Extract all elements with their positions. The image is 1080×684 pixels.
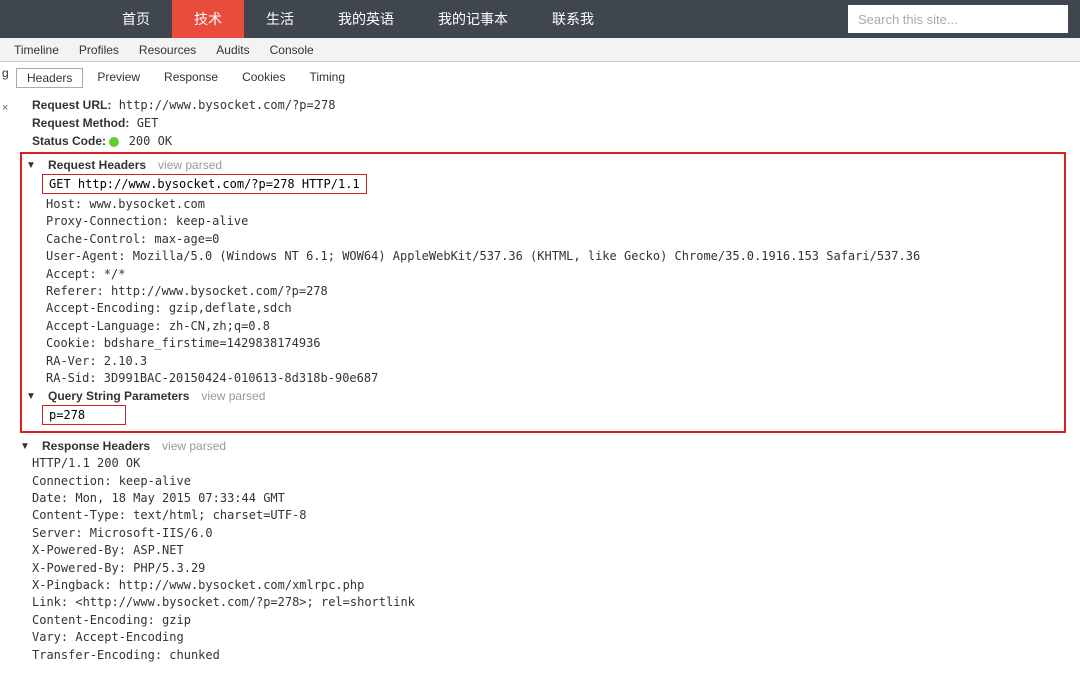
general-info: Request URL: http://www.bysocket.com/?p=… [12,96,1074,150]
site-nav: 首页 技术 生活 我的英语 我的记事本 联系我 [0,0,1080,38]
marker-text: g [2,66,12,80]
chevron-down-icon: ▼ [20,441,30,452]
tab-profiles[interactable]: Profiles [69,38,129,62]
tab-audits[interactable]: Audits [206,38,259,62]
status-dot-icon [109,137,119,147]
query-string-title: Query String Parameters [48,389,189,403]
response-headers-title: Response Headers [42,439,150,453]
tab-timeline[interactable]: Timeline [4,38,69,62]
nav-english[interactable]: 我的英语 [316,0,416,38]
search-input[interactable] [848,5,1068,33]
tab-cookies[interactable]: Cookies [232,68,295,88]
nav-life[interactable]: 生活 [244,0,316,38]
chevron-down-icon: ▼ [26,391,36,402]
request-headers-title: Request Headers [48,158,146,172]
status-code-label: Status Code: [32,134,106,148]
nav-home[interactable]: 首页 [100,0,172,38]
highlighted-region: ▼ Request Headers view parsed GET http:/… [20,152,1066,433]
status-code-row: Status Code: 200 OK [32,132,1074,150]
tab-timing[interactable]: Timing [299,68,355,88]
chevron-down-icon: ▼ [26,160,36,171]
request-method-row: Request Method: GET [32,114,1074,132]
request-url-label: Request URL: [32,98,111,112]
nav-notebook[interactable]: 我的记事本 [416,0,530,38]
query-param-box: p=278 [42,405,126,425]
detail-tabs: Headers Preview Response Cookies Timing [12,68,1074,88]
request-line-box: GET http://www.bysocket.com/?p=278 HTTP/… [42,174,367,194]
view-parsed-link[interactable]: view parsed [158,158,222,172]
request-header-lines: Host: www.bysocket.com Proxy-Connection:… [26,196,1060,387]
query-string-header[interactable]: ▼ Query String Parameters view parsed [26,387,1060,405]
tab-console[interactable]: Console [260,38,324,62]
request-method-value: GET [137,116,159,130]
request-headers-header[interactable]: ▼ Request Headers view parsed [26,156,1060,174]
response-headers-header[interactable]: ▼ Response Headers view parsed [12,437,1074,455]
tab-response[interactable]: Response [154,68,228,88]
view-parsed-link[interactable]: view parsed [201,389,265,403]
tab-resources[interactable]: Resources [129,38,206,62]
nav-contact[interactable]: 联系我 [530,0,616,38]
tab-headers[interactable]: Headers [16,68,83,88]
status-code-value: 200 OK [129,134,172,148]
request-url-value: http://www.bysocket.com/?p=278 [119,98,336,112]
request-method-label: Request Method: [32,116,129,130]
network-detail-panel: Headers Preview Response Cookies Timing … [12,66,1080,684]
close-icon[interactable]: × [2,102,12,114]
response-header-lines: HTTP/1.1 200 OK Connection: keep-alive D… [12,455,1074,664]
view-parsed-link[interactable]: view parsed [162,439,226,453]
request-url-row: Request URL: http://www.bysocket.com/?p=… [32,96,1074,114]
nav-tech[interactable]: 技术 [172,0,244,38]
tab-preview[interactable]: Preview [87,68,150,88]
devtools-tab-bar: Timeline Profiles Resources Audits Conso… [0,38,1080,62]
